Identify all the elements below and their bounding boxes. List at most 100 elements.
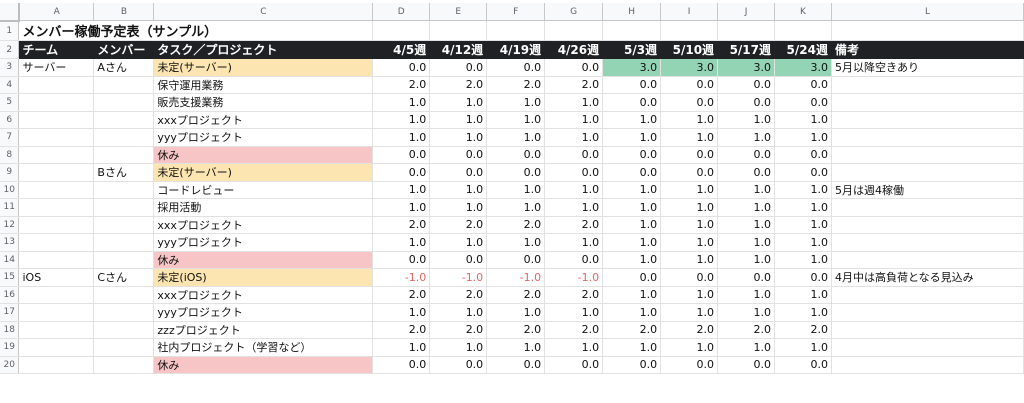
value-cell[interactable]: 2.0 [774, 321, 832, 339]
value-cell[interactable]: 1.0 [544, 111, 604, 129]
value-cell[interactable]: 0.0 [602, 268, 662, 287]
row-number[interactable]: 15 [0, 268, 20, 287]
value-cell[interactable]: -1.0 [486, 268, 546, 287]
team-cell[interactable] [18, 163, 95, 182]
select-all-corner[interactable] [0, 3, 20, 22]
value-cell[interactable]: 1.0 [372, 303, 431, 322]
value-cell[interactable]: 1.0 [774, 338, 832, 357]
value-cell[interactable]: 1.0 [602, 181, 662, 199]
member-cell[interactable]: Cさん [93, 268, 155, 287]
team-cell[interactable] [18, 286, 95, 304]
value-cell[interactable]: 2.0 [544, 286, 604, 304]
value-cell[interactable]: 0.0 [717, 76, 776, 94]
value-cell[interactable]: 0.0 [717, 163, 776, 182]
value-cell[interactable]: 1.0 [602, 303, 662, 322]
value-cell[interactable]: 1.0 [429, 233, 488, 252]
value-cell[interactable]: 0.0 [372, 356, 431, 374]
header-cell[interactable]: メンバー [93, 40, 155, 59]
value-cell[interactable]: 1.0 [602, 216, 662, 234]
value-cell[interactable]: 2.0 [717, 321, 776, 339]
header-cell[interactable]: タスク／プロジェクト [153, 40, 374, 59]
column-header-f[interactable]: F [486, 3, 546, 21]
cell[interactable] [544, 20, 604, 41]
member-cell[interactable] [93, 286, 155, 304]
note-cell[interactable] [831, 251, 1024, 269]
task-cell[interactable]: 未定(サーバー) [153, 58, 374, 77]
value-cell[interactable]: 0.0 [602, 356, 662, 374]
value-cell[interactable]: 1.0 [660, 198, 719, 217]
value-cell[interactable]: 2.0 [602, 321, 662, 339]
value-cell[interactable]: 1.0 [717, 111, 776, 129]
task-cell[interactable]: コードレビュー [153, 181, 374, 199]
team-cell[interactable] [18, 198, 95, 217]
value-cell[interactable]: 0.0 [774, 268, 832, 287]
member-cell[interactable] [93, 233, 155, 252]
task-cell[interactable]: 採用活動 [153, 198, 374, 217]
value-cell[interactable]: 1.0 [372, 181, 431, 199]
note-cell[interactable] [831, 338, 1024, 357]
value-cell[interactable]: 0.0 [544, 146, 604, 164]
value-cell[interactable]: 0.0 [429, 58, 488, 77]
value-cell[interactable]: 0.0 [544, 356, 604, 374]
header-cell[interactable]: 5/10週 [660, 40, 719, 59]
value-cell[interactable]: 1.0 [660, 303, 719, 322]
column-header-i[interactable]: I [660, 3, 719, 21]
value-cell[interactable]: 1.0 [372, 338, 431, 357]
column-header-c[interactable]: C [153, 3, 374, 21]
value-cell[interactable]: 2.0 [486, 216, 546, 234]
member-cell[interactable] [93, 303, 155, 322]
member-cell[interactable] [93, 216, 155, 234]
value-cell[interactable]: 2.0 [372, 286, 431, 304]
value-cell[interactable]: 1.0 [660, 128, 719, 147]
value-cell[interactable]: 1.0 [660, 233, 719, 252]
task-cell[interactable]: 販売支援業務 [153, 93, 374, 112]
note-cell[interactable] [831, 233, 1024, 252]
value-cell[interactable]: 1.0 [660, 181, 719, 199]
value-cell[interactable]: 1.0 [486, 233, 546, 252]
value-cell[interactable]: 1.0 [486, 128, 546, 147]
note-cell[interactable] [831, 356, 1024, 374]
team-cell[interactable]: iOS [18, 268, 95, 287]
value-cell[interactable]: 1.0 [372, 128, 431, 147]
column-header-e[interactable]: E [429, 3, 488, 21]
row-number[interactable]: 7 [0, 128, 20, 147]
row-number[interactable]: 2 [0, 40, 20, 59]
note-cell[interactable] [831, 146, 1024, 164]
note-cell[interactable] [831, 128, 1024, 147]
value-cell[interactable]: 2.0 [544, 321, 604, 339]
header-cell[interactable]: 4/26週 [544, 40, 604, 59]
column-header-b[interactable]: B [93, 3, 155, 21]
cell[interactable] [372, 20, 431, 41]
column-header-h[interactable]: H [602, 3, 662, 21]
value-cell[interactable]: 2.0 [544, 216, 604, 234]
value-cell[interactable]: 0.0 [372, 251, 431, 269]
note-cell[interactable] [831, 111, 1024, 129]
header-cell[interactable]: チーム [18, 40, 95, 59]
note-cell[interactable] [831, 286, 1024, 304]
value-cell[interactable]: 1.0 [717, 286, 776, 304]
header-cell[interactable]: 5/17週 [717, 40, 776, 59]
value-cell[interactable]: 2.0 [372, 216, 431, 234]
member-cell[interactable] [93, 181, 155, 199]
cell[interactable] [602, 20, 662, 41]
value-cell[interactable]: 0.0 [486, 163, 546, 182]
member-cell[interactable] [93, 76, 155, 94]
team-cell[interactable] [18, 233, 95, 252]
header-cell[interactable]: 4/19週 [486, 40, 546, 59]
value-cell[interactable]: 0.0 [372, 146, 431, 164]
value-cell[interactable]: 0.0 [717, 356, 776, 374]
value-cell[interactable]: 1.0 [429, 181, 488, 199]
header-cell[interactable]: 4/5週 [372, 40, 431, 59]
value-cell[interactable]: 0.0 [429, 356, 488, 374]
value-cell[interactable]: 1.0 [717, 128, 776, 147]
member-cell[interactable] [93, 128, 155, 147]
value-cell[interactable]: 1.0 [660, 286, 719, 304]
cell[interactable] [774, 20, 832, 41]
value-cell[interactable]: 1.0 [602, 111, 662, 129]
note-cell[interactable]: 5月以降空きあり [831, 58, 1024, 77]
value-cell[interactable]: 2.0 [660, 321, 719, 339]
team-cell[interactable]: サーバー [18, 58, 95, 77]
note-cell[interactable] [831, 198, 1024, 217]
note-cell[interactable] [831, 321, 1024, 339]
value-cell[interactable]: 1.0 [429, 93, 488, 112]
